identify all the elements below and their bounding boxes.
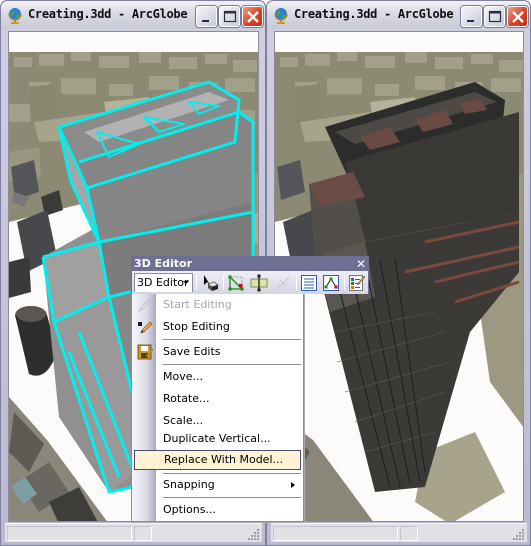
menu-item-start-editing[interactable]: Start Editing xyxy=(132,295,303,315)
stop-editing-icon xyxy=(138,321,153,334)
title-bar[interactable]: Creating.3dd - ArcGlobe xyxy=(267,1,530,29)
menu-separator xyxy=(163,339,301,340)
menu-item-label: Snapping xyxy=(163,478,215,491)
toolbar-separator xyxy=(344,275,345,290)
maximize-button[interactable] xyxy=(219,6,240,27)
menu-separator xyxy=(163,473,301,474)
menu-item-rotate[interactable]: Rotate... xyxy=(132,389,303,409)
resize-grip-icon[interactable] xyxy=(513,528,525,540)
attributes-icon[interactable] xyxy=(300,274,318,292)
menu-item-label: Save Edits xyxy=(163,345,221,358)
3d-editor-dropdown-menu: Start Editing Stop Editing Save Edits Mo… xyxy=(131,293,304,522)
minimize-button[interactable] xyxy=(196,6,217,27)
menu-item-save-edits[interactable]: Save Edits xyxy=(132,342,303,362)
split-icon[interactable] xyxy=(250,274,268,292)
edit-vertices-icon[interactable] xyxy=(227,274,245,292)
dropdown-label: 3D Editor xyxy=(137,276,189,289)
menu-item-options[interactable]: Options... xyxy=(132,500,303,520)
menu-item-label: Rotate... xyxy=(163,392,210,405)
menu-item-snapping[interactable]: Snapping xyxy=(132,475,303,495)
minimize-icon xyxy=(202,20,209,22)
menu-item-label: Start Editing xyxy=(163,298,232,311)
toolbar-tools-row: 3D Editor xyxy=(132,271,368,294)
toolbar-separator xyxy=(296,275,297,290)
close-icon xyxy=(247,11,259,23)
cut-polygon-icon-disabled[interactable] xyxy=(274,274,292,292)
arcglobe-app-icon[interactable] xyxy=(273,7,289,24)
pencil-disabled-icon xyxy=(137,298,152,313)
window-title: Creating.3dd - ArcGlobe xyxy=(294,7,454,21)
menu-item-label: Replace With Model... xyxy=(164,453,283,466)
sketch-properties-icon[interactable] xyxy=(322,274,340,292)
menu-item-label: Move... xyxy=(163,370,203,383)
maximize-icon xyxy=(223,10,237,23)
menu-item-scale[interactable]: Scale... xyxy=(132,411,303,431)
title-bar[interactable]: Creating.3dd - ArcGlobe xyxy=(1,1,265,29)
3d-editor-toolbar: 3D Editor ✕ 3D Editor xyxy=(131,256,369,294)
toolbar-title-bar[interactable]: 3D Editor ✕ xyxy=(132,257,368,271)
menu-item-move[interactable]: Move... xyxy=(132,367,303,387)
status-bar xyxy=(5,523,262,542)
close-icon xyxy=(512,11,524,23)
status-bar xyxy=(271,523,527,542)
chevron-down-icon xyxy=(183,281,189,284)
menu-item-label: Scale... xyxy=(163,414,204,427)
menu-item-stop-editing[interactable]: Stop Editing xyxy=(132,317,303,337)
resize-grip-icon[interactable] xyxy=(248,528,260,540)
menu-item-label: Stop Editing xyxy=(163,320,230,333)
menu-separator xyxy=(163,364,301,365)
edit-placement-icon[interactable] xyxy=(201,274,219,292)
toolbar-separator xyxy=(196,275,197,290)
status-pane-secondary xyxy=(400,526,418,541)
maximize-button[interactable] xyxy=(484,6,505,27)
close-button[interactable] xyxy=(507,6,528,27)
arcglobe-app-icon[interactable] xyxy=(7,7,23,24)
maximize-icon xyxy=(488,10,502,23)
close-button[interactable] xyxy=(242,6,263,27)
toolbar-title: 3D Editor xyxy=(134,257,193,270)
toolbar-close-icon[interactable]: ✕ xyxy=(356,257,366,271)
minimize-button[interactable] xyxy=(461,6,482,27)
submenu-arrow-icon xyxy=(291,482,295,488)
toolbar-separator xyxy=(223,275,224,290)
status-pane-main xyxy=(7,526,132,541)
status-pane-main xyxy=(273,526,398,541)
3d-editor-menu-dropdown[interactable]: 3D Editor xyxy=(134,273,193,292)
status-pane-secondary xyxy=(134,526,152,541)
editor-options-icon[interactable] xyxy=(348,274,366,292)
menu-item-duplicate-vertical[interactable]: Duplicate Vertical... xyxy=(132,429,303,449)
save-edits-icon xyxy=(137,344,153,360)
menu-separator xyxy=(163,497,301,498)
window-title: Creating.3dd - ArcGlobe xyxy=(28,7,188,21)
menu-item-label: Options... xyxy=(163,503,216,516)
menu-item-replace-with-model[interactable]: Replace With Model... xyxy=(134,450,301,470)
minimize-icon xyxy=(467,20,474,22)
menu-item-label: Duplicate Vertical... xyxy=(163,432,271,445)
